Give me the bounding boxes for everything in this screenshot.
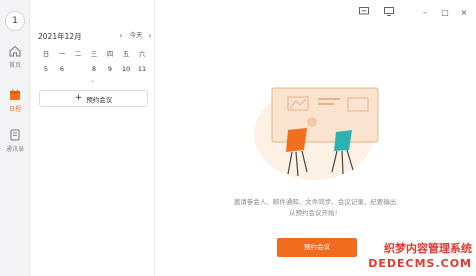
- avatar[interactable]: 1: [5, 11, 25, 31]
- prev-week-icon[interactable]: ‹: [116, 31, 126, 41]
- home-icon: [9, 45, 21, 57]
- weekday-label: 一: [58, 50, 66, 58]
- maximize-button[interactable]: □: [438, 7, 452, 19]
- nav-item-schedule[interactable]: 日程: [0, 88, 30, 113]
- meeting-room-illustration: [254, 87, 379, 180]
- calendar-day[interactable]: 5: [38, 62, 54, 76]
- watermark-line1: 织梦内容管理系统: [384, 242, 472, 255]
- watermark-line2: DEDECMS.COM: [368, 257, 472, 270]
- nav-label-contacts: 通讯录: [5, 146, 24, 153]
- minimize-button[interactable]: –: [418, 7, 432, 19]
- next-week-icon[interactable]: ›: [145, 31, 155, 41]
- weekday-label: 日: [42, 50, 50, 58]
- calendar-icon: [10, 89, 20, 100]
- book-meeting-label: 预约会议: [86, 95, 113, 104]
- calendar-day[interactable]: 11: [134, 62, 150, 76]
- nav-item-contacts[interactable]: 通讯录: [0, 128, 30, 153]
- book-meeting-button[interactable]: + 预约会议: [39, 90, 148, 107]
- close-button[interactable]: ×: [457, 7, 471, 19]
- calendar-pane: 2021年12月 ‹ 今天 › 日 一 二 三 四 五 六 5 6 今 8 9 …: [30, 0, 155, 276]
- weekday-label: 五: [122, 50, 130, 58]
- calendar-day[interactable]: 9: [102, 62, 118, 76]
- plus-icon: +: [74, 93, 83, 103]
- monitor-icon[interactable]: [382, 7, 396, 19]
- chevron-down-icon[interactable]: ⌄: [90, 77, 95, 84]
- contacts-icon: [10, 129, 20, 141]
- screen-share-icon[interactable]: [357, 7, 371, 19]
- nav-rail: 1 首页 日程 通讯录: [0, 0, 30, 276]
- calendar-day[interactable]: 6: [54, 62, 70, 76]
- empty-state-text: 邀请参会人、邮件通知、文件同步、会议记录、纪要输出 从预约会议开始！: [233, 198, 397, 217]
- weekday-label: 二: [74, 50, 82, 58]
- weekday-label: 三: [90, 50, 98, 58]
- calendar-day[interactable]: 10: [118, 62, 134, 76]
- calendar-day-today[interactable]: 今: [70, 62, 86, 76]
- book-meeting-main-button[interactable]: 预约会议: [277, 238, 357, 257]
- weekday-label: 六: [138, 50, 146, 58]
- calendar-month: 2021年12月: [38, 32, 82, 41]
- watermark: 织梦内容管理系统 DEDECMS.COM: [365, 240, 476, 276]
- calendar-day[interactable]: 8: [86, 62, 102, 76]
- nav-item-home[interactable]: 首页: [0, 44, 30, 69]
- today-button[interactable]: 今天: [126, 30, 146, 41]
- weekday-label: 四: [106, 50, 114, 58]
- nav-label-schedule: 日程: [8, 106, 21, 113]
- nav-label-home: 首页: [8, 62, 21, 69]
